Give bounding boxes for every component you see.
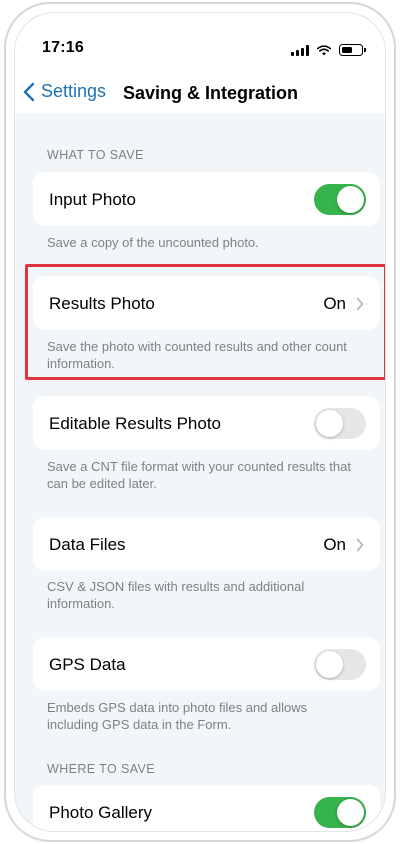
navigation-bar: Settings Saving & Integration (15, 73, 385, 113)
toggle-knob (337, 186, 364, 213)
status-icons (291, 44, 366, 56)
editable-results-photo-toggle[interactable] (314, 408, 366, 439)
section-header-where-to-save: WHERE TO SAVE (47, 762, 156, 776)
gps-data-toggle[interactable] (314, 649, 366, 680)
status-time: 17:16 (42, 39, 84, 56)
row-value-group: On (323, 535, 364, 555)
toggle-knob (316, 651, 343, 678)
section-header-what-to-save: WHAT TO SAVE (47, 148, 144, 162)
input-photo-toggle[interactable] (314, 184, 366, 215)
row-label: Results Photo (49, 294, 155, 313)
row-value-group: On (323, 294, 364, 314)
phone-frame: 17:16 Settings Saving & Integration WHAT… (4, 2, 396, 842)
row-input-photo[interactable]: Input Photo (33, 172, 380, 226)
results-photo-footnote: Save the photo with counted results and … (47, 339, 347, 371)
chevron-right-icon (356, 538, 364, 552)
data-files-value: On (323, 535, 346, 554)
toggle-knob (337, 799, 364, 826)
page-title: Saving & Integration (123, 83, 299, 103)
input-photo-footnote: Save a copy of the uncounted photo. (47, 235, 259, 250)
row-data-files[interactable]: Data Files On (33, 517, 380, 571)
back-label: Settings (41, 81, 107, 101)
back-button[interactable]: Settings (23, 81, 106, 102)
row-label: Input Photo (49, 190, 136, 209)
wifi-icon (317, 44, 331, 55)
battery-icon (339, 44, 366, 56)
row-photo-gallery[interactable]: Photo Gallery (33, 785, 380, 831)
row-results-photo[interactable]: Results Photo On (33, 276, 380, 330)
chevron-right-icon (356, 297, 364, 311)
row-label: Data Files (49, 535, 126, 554)
row-gps-data[interactable]: GPS Data (33, 637, 380, 691)
row-editable-results-photo[interactable]: Editable Results Photo (33, 396, 380, 450)
gps-data-footnote: Embeds GPS data into photo files and all… (47, 700, 308, 732)
signal-icon (291, 44, 309, 56)
data-files-footnote: CSV & JSON files with results and additi… (47, 579, 305, 611)
editable-results-photo-footnote: Save a CNT file format with your counted… (47, 459, 351, 491)
toggle-knob (316, 410, 343, 437)
row-label: Editable Results Photo (49, 414, 221, 433)
row-label: Photo Gallery (49, 803, 152, 822)
results-photo-value: On (323, 294, 346, 313)
row-label: GPS Data (49, 655, 126, 674)
screen: 17:16 Settings Saving & Integration WHAT… (14, 12, 386, 832)
photo-gallery-toggle[interactable] (314, 797, 366, 828)
top-bar: 17:16 Settings Saving & Integration (15, 13, 385, 113)
chevron-left-icon (23, 82, 35, 101)
